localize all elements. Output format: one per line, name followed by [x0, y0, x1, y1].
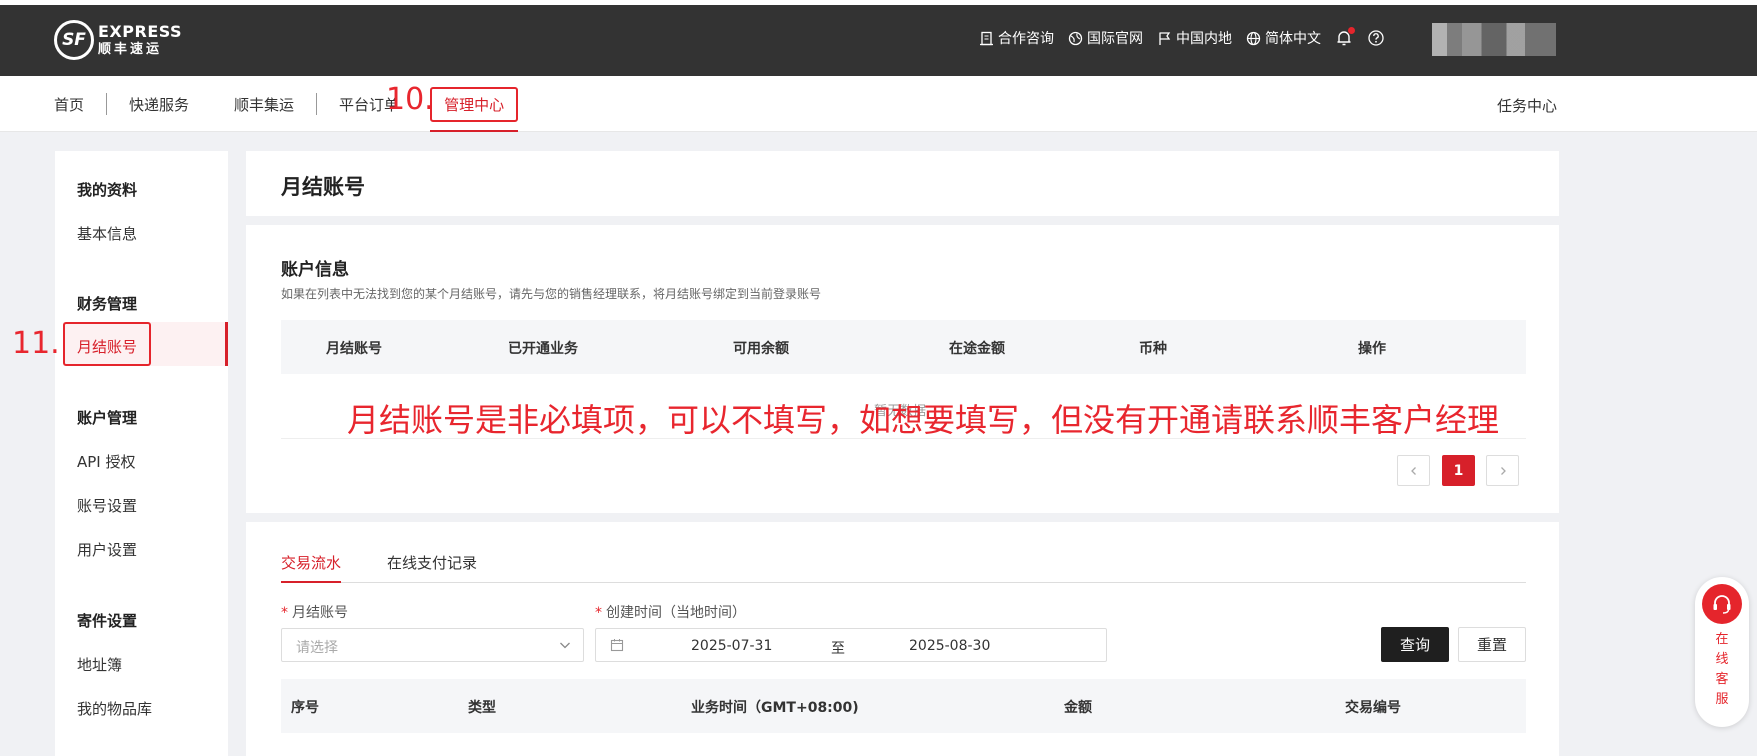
notification-dot	[1348, 27, 1355, 34]
top-links: 合作咨询 国际官网 中国内地 简体中文	[965, 27, 1385, 48]
page-number-button[interactable]: 1	[1442, 455, 1475, 486]
column-header: 序号	[291, 700, 319, 716]
chevron-down-icon	[560, 642, 570, 649]
sidebar-item-user-settings[interactable]: 用户设置	[77, 539, 137, 560]
headset-icon	[1702, 584, 1742, 624]
nav-bar: 首页 快递服务 顺丰集运 平台订单 管理中心 任务中心	[0, 76, 1757, 132]
account-table-header: 月结账号 已开通业务 可用余额 在途金额 币种 操作	[281, 320, 1526, 374]
sidebar-group-profile: 我的资料	[77, 181, 138, 199]
column-header: 业务时间（GMT+08:00)	[691, 700, 859, 716]
tab-transactions[interactable]: 交易流水	[281, 552, 342, 583]
nav-home[interactable]: 首页	[54, 76, 84, 132]
date-range-picker[interactable]: 2025-07-31 至 2025-08-30	[595, 628, 1107, 662]
top-link-international[interactable]: 国际官网	[1068, 28, 1143, 48]
account-filter-label: * 月结账号	[281, 605, 348, 621]
transactions-table-header: 序号 类型 业务时间（GMT+08:00) 金额 交易编号	[281, 679, 1526, 733]
chevron-right-icon	[1500, 466, 1506, 475]
sidebar-item-monthly-account[interactable]: 月结账号	[77, 336, 137, 357]
date-to[interactable]: 2025-08-30	[909, 638, 990, 654]
nav-consolidation[interactable]: 顺丰集运	[234, 76, 294, 132]
sidebar: 我的资料 基本信息 财务管理 月结账号 账户管理 API 授权 账号设置 用户设…	[55, 151, 228, 756]
help-icon[interactable]	[1367, 29, 1385, 47]
flag-icon	[1157, 31, 1172, 46]
time-filter-label: * 创建时间（当地时间）	[595, 605, 746, 621]
calendar-icon	[610, 639, 624, 652]
date-separator: 至	[831, 641, 845, 657]
next-page-button[interactable]	[1486, 455, 1519, 486]
logo-line2: 顺丰速运	[98, 42, 163, 57]
nav-divider	[211, 93, 212, 115]
transaction-tabs: 交易流水 在线支付记录	[281, 552, 1526, 583]
account-select[interactable]: 请选择	[281, 628, 584, 662]
query-button[interactable]: 查询	[1381, 627, 1449, 662]
nav-divider	[316, 93, 318, 115]
prev-page-button[interactable]	[1397, 455, 1430, 486]
user-avatar[interactable]	[1432, 23, 1556, 56]
sidebar-item-address-book[interactable]: 地址簿	[77, 654, 122, 675]
sidebar-item-api-auth[interactable]: API 授权	[77, 451, 136, 472]
page-header-panel: 月结账号	[246, 151, 1559, 216]
sidebar-group-account: 账户管理	[77, 409, 138, 427]
column-header: 操作	[1358, 341, 1386, 357]
logo-mark: SF	[54, 20, 94, 60]
top-link-cooperation[interactable]: 合作咨询	[979, 28, 1054, 48]
column-header: 金额	[1064, 700, 1092, 716]
page-title: 月结账号	[281, 175, 365, 199]
globe-icon	[1246, 31, 1261, 46]
building-icon	[979, 31, 994, 46]
date-from[interactable]: 2025-07-31	[691, 638, 772, 654]
earth-icon	[1068, 31, 1083, 46]
sidebar-group-finance: 财务管理	[77, 295, 138, 313]
top-link-language[interactable]: 简体中文	[1246, 28, 1321, 48]
chevron-left-icon	[1410, 466, 1416, 475]
select-placeholder: 请选择	[296, 640, 338, 656]
tab-online-payments[interactable]: 在线支付记录	[387, 552, 477, 583]
section-title: 账户信息	[281, 260, 349, 280]
nav-express-service[interactable]: 快递服务	[129, 76, 189, 132]
nav-management-center[interactable]: 管理中心	[430, 76, 519, 132]
sidebar-item-basic-info[interactable]: 基本信息	[77, 223, 137, 244]
logo-line1: EXPRESS	[98, 22, 183, 41]
column-header: 已开通业务	[508, 341, 578, 357]
online-customer-service[interactable]: 在 线 客 服	[1695, 577, 1749, 727]
column-header: 可用余额	[733, 341, 789, 357]
transactions-panel: 交易流水 在线支付记录 * 月结账号 * 创建时间（当地时间） 请选择 2025-0…	[246, 522, 1559, 756]
bell-icon[interactable]	[1335, 27, 1355, 47]
annotation-step-11: 11.	[12, 326, 60, 361]
nav-divider	[106, 93, 108, 115]
task-center-link[interactable]: 任务中心	[1497, 95, 1557, 116]
customer-service-label: 在 线 客 服	[1715, 632, 1729, 707]
column-header: 在途金额	[949, 341, 1005, 357]
column-header: 月结账号	[326, 341, 382, 357]
main-nav: 首页 快递服务 顺丰集运 平台订单 管理中心	[54, 76, 519, 132]
section-description: 如果在列表中无法找到您的某个月结账号，请先与您的销售经理联系，将月结账号绑定到当…	[281, 287, 822, 301]
annotation-note: 月结账号是非必填项，可以不填写，如想要填写，但没有开通请联系顺丰客户经理	[347, 401, 1500, 439]
column-header: 类型	[468, 700, 496, 716]
sf-express-logo[interactable]: SF EXPRESS 顺丰速运	[54, 20, 182, 60]
account-info-panel: 账户信息 如果在列表中无法找到您的某个月结账号，请先与您的销售经理联系，将月结账…	[246, 225, 1559, 513]
sidebar-item-account-settings[interactable]: 账号设置	[77, 495, 137, 516]
annotation-step-10: 10.	[386, 82, 434, 117]
column-header: 币种	[1139, 341, 1167, 357]
sidebar-group-shipping: 寄件设置	[77, 612, 138, 630]
sidebar-item-item-library[interactable]: 我的物品库	[77, 698, 152, 719]
top-link-region[interactable]: 中国内地	[1157, 28, 1232, 48]
reset-button[interactable]: 重置	[1458, 627, 1526, 662]
column-header: 交易编号	[1345, 700, 1401, 716]
